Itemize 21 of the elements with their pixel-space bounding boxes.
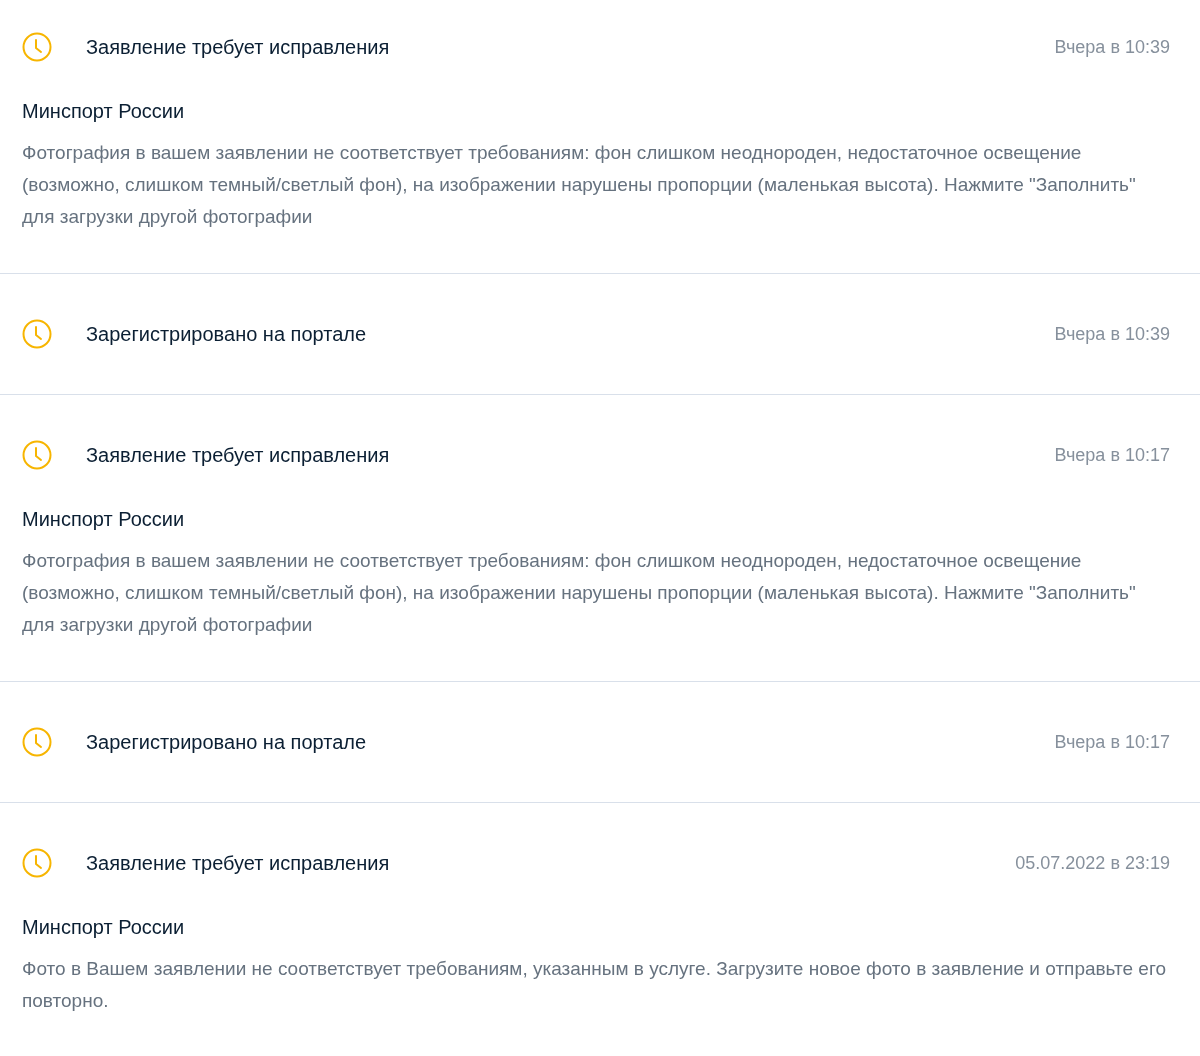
event-message: Фотография в вашем заявлении не соответствует требованиям: фон слишком неоднороден, недостаточное освещение (возможно, слишком темный/светлый фон), на изображении нарушены пропорции (маленькая высота). Нажмите "Заполнить" для загрузки другой фотографии xyxy=(22,141,1137,229)
event-time: Вчера в 10:17 xyxy=(1054,731,1170,753)
organization-name: Минспорт России xyxy=(22,99,186,124)
event-time: Вчера в 10:17 xyxy=(1054,444,1170,466)
event-title: Зарегистрировано на портале xyxy=(86,322,368,346)
event-message: Фотография в вашем заявлении не соответствует требованиям: фон слишком неоднороден, недостаточное освещение (возможно, слишком темный/светлый фон), на изображении нарушены пропорции (маленькая высота). Нажмите "Заполнить" для загрузки другой фотографии xyxy=(22,549,1137,637)
event-time: 05.07.2022 в 23:19 xyxy=(1015,852,1170,874)
event-time: Вчера в 10:39 xyxy=(1054,323,1170,345)
organization-name: Минспорт России xyxy=(22,507,186,532)
clock-icon xyxy=(22,727,52,757)
clock-icon xyxy=(22,440,52,470)
clock-icon xyxy=(22,32,52,62)
event-title: Заявление требует исправления xyxy=(86,443,391,467)
organization-name: Минспорт России xyxy=(22,915,186,940)
event-message: Фото в Вашем заявлении не соответствует требованиям, указанным в услуге. Загрузите новое фото в заявление и отправьте его повторно. xyxy=(22,957,1167,1013)
event-title: Заявление требует исправления xyxy=(86,851,391,875)
event-time: Вчера в 10:39 xyxy=(1054,36,1170,58)
event-title: Зарегистрировано на портале xyxy=(86,730,368,754)
clock-icon xyxy=(22,848,52,878)
event-title: Заявление требует исправления xyxy=(86,35,391,59)
clock-icon xyxy=(22,319,52,349)
